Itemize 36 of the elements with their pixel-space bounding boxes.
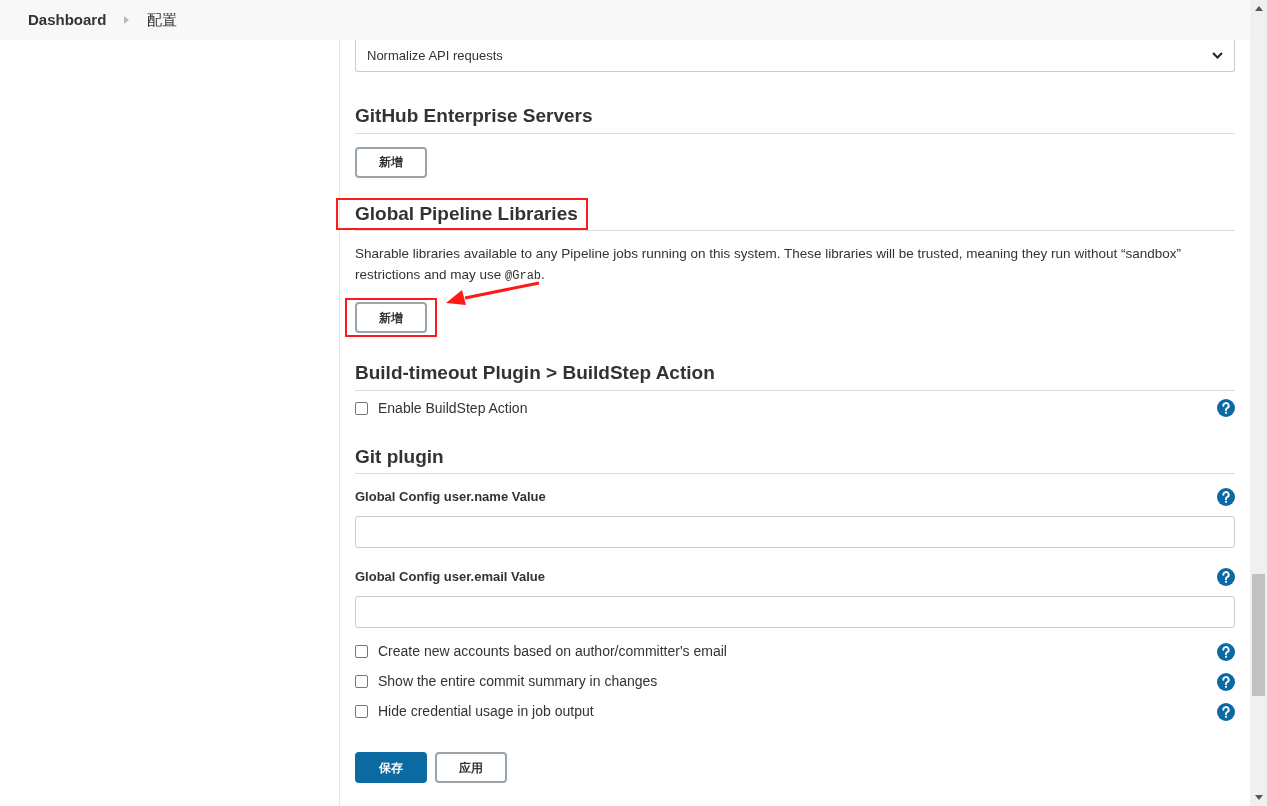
field-label: Global Config user.email Value — [355, 568, 545, 587]
section-heading: GitHub Enterprise Servers — [355, 104, 593, 128]
checkbox[interactable] — [355, 645, 368, 658]
input-field[interactable] — [355, 516, 1235, 548]
checkbox-label: Hide credential usage in job output — [378, 702, 594, 721]
select-field[interactable]: Normalize API requests — [355, 40, 1235, 72]
description: Sharable libraries available to any Pipeline jobs running on this system. These libraries will be trusted, meaning they run without “sandbox” restrictions and may use @Grab. — [355, 245, 1182, 285]
breadcrumb-link[interactable]: 配置 — [147, 8, 178, 32]
add-button[interactable]: 新增 — [355, 302, 427, 333]
section-heading: Git plugin — [355, 444, 444, 469]
scroll-down-icon[interactable] — [1254, 795, 1263, 800]
checkbox[interactable] — [355, 401, 368, 415]
scrollbar-thumb[interactable] — [1252, 574, 1265, 696]
checkbox-label: Enable BuildStep Action — [378, 398, 528, 418]
apply-button[interactable]: 应用 — [435, 752, 507, 783]
checkbox[interactable] — [355, 675, 368, 688]
chevron-down-icon — [1212, 52, 1223, 59]
input-field[interactable] — [355, 596, 1235, 628]
checkbox[interactable] — [355, 705, 368, 718]
help-icon[interactable] — [1217, 672, 1235, 691]
help-icon[interactable] — [1217, 568, 1235, 586]
help-icon[interactable] — [1217, 488, 1235, 506]
chevron-icon — [124, 16, 130, 24]
section-heading: Build-timeout Plugin > BuildStep Action — [355, 361, 715, 385]
help-icon[interactable] — [1217, 642, 1235, 661]
scrollbar[interactable] — [1250, 0, 1267, 806]
save-button[interactable]: 保存 — [355, 752, 427, 783]
scroll-up-icon[interactable] — [1254, 6, 1263, 11]
checkbox-label: Show the entire commit summary in changes — [378, 672, 658, 691]
breadcrumb-link[interactable]: Dashboard — [28, 8, 107, 32]
checkbox-label: Create new accounts based on author/committer's email — [378, 642, 727, 661]
help-icon[interactable] — [1217, 399, 1235, 417]
section-heading: Global Pipeline Libraries — [336, 197, 588, 230]
add-button[interactable]: 新增 — [355, 146, 427, 178]
field-label: Global Config user.name Value — [355, 488, 546, 507]
help-icon[interactable] — [1217, 702, 1235, 721]
